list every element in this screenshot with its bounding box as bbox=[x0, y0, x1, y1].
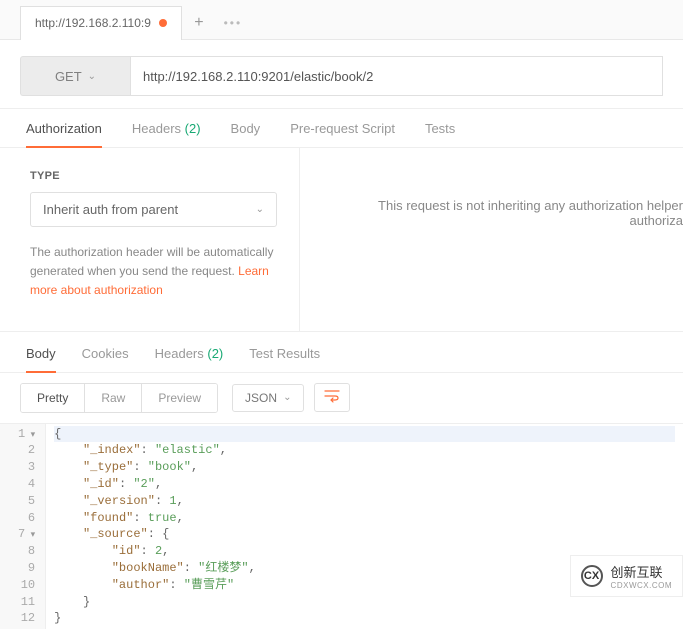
chevron-down-icon: ⌄ bbox=[256, 204, 264, 215]
tab-request[interactable]: http://192.168.2.110:9 bbox=[20, 6, 182, 40]
chevron-down-icon: ⌄ bbox=[88, 71, 96, 82]
view-raw-button[interactable]: Raw bbox=[84, 384, 141, 412]
line-gutter: 123456789101112 bbox=[0, 424, 46, 629]
logo-icon: CX bbox=[581, 565, 603, 587]
tab-tests[interactable]: Tests bbox=[425, 121, 455, 147]
format-select[interactable]: JSON ⌄ bbox=[232, 384, 304, 412]
auth-type-select[interactable]: Inherit auth from parent ⌄ bbox=[30, 192, 277, 227]
auth-type-value: Inherit auth from parent bbox=[43, 202, 178, 217]
tab-prerequest[interactable]: Pre-request Script bbox=[290, 121, 395, 147]
format-label: JSON bbox=[245, 391, 277, 405]
resp-tab-cookies[interactable]: Cookies bbox=[82, 346, 129, 372]
chevron-down-icon: ⌄ bbox=[283, 392, 291, 403]
view-pretty-button[interactable]: Pretty bbox=[21, 384, 84, 412]
wrap-lines-icon[interactable] bbox=[314, 383, 350, 412]
tab-headers[interactable]: Headers (2) bbox=[132, 121, 201, 147]
resp-tab-body[interactable]: Body bbox=[26, 346, 56, 373]
tab-body[interactable]: Body bbox=[231, 121, 261, 147]
resp-tab-test-results[interactable]: Test Results bbox=[249, 346, 320, 372]
watermark-logo: CX 创新互联 CDXWCX.COM bbox=[570, 555, 683, 597]
tab-more-icon[interactable]: ••• bbox=[216, 6, 250, 40]
resp-tab-headers[interactable]: Headers (2) bbox=[155, 346, 224, 372]
response-json-content[interactable]: { "_index": "elastic", "_type": "book", … bbox=[46, 424, 683, 629]
tab-add-button[interactable]: + bbox=[182, 6, 216, 40]
tab-label: http://192.168.2.110:9 bbox=[35, 16, 151, 30]
auth-inherit-message: This request is not inheriting any autho… bbox=[300, 148, 683, 331]
unsaved-dot-icon bbox=[159, 19, 167, 27]
view-preview-button[interactable]: Preview bbox=[141, 384, 217, 412]
auth-help-text: The authorization header will be automat… bbox=[30, 243, 277, 301]
auth-type-label: TYPE bbox=[30, 170, 277, 182]
view-mode-group: Pretty Raw Preview bbox=[20, 383, 218, 413]
tab-authorization[interactable]: Authorization bbox=[26, 121, 102, 148]
method-select[interactable]: GET ⌄ bbox=[20, 56, 130, 96]
url-input[interactable] bbox=[130, 56, 663, 96]
method-label: GET bbox=[55, 69, 82, 84]
response-body[interactable]: 123456789101112 { "_index": "elastic", "… bbox=[0, 424, 683, 629]
